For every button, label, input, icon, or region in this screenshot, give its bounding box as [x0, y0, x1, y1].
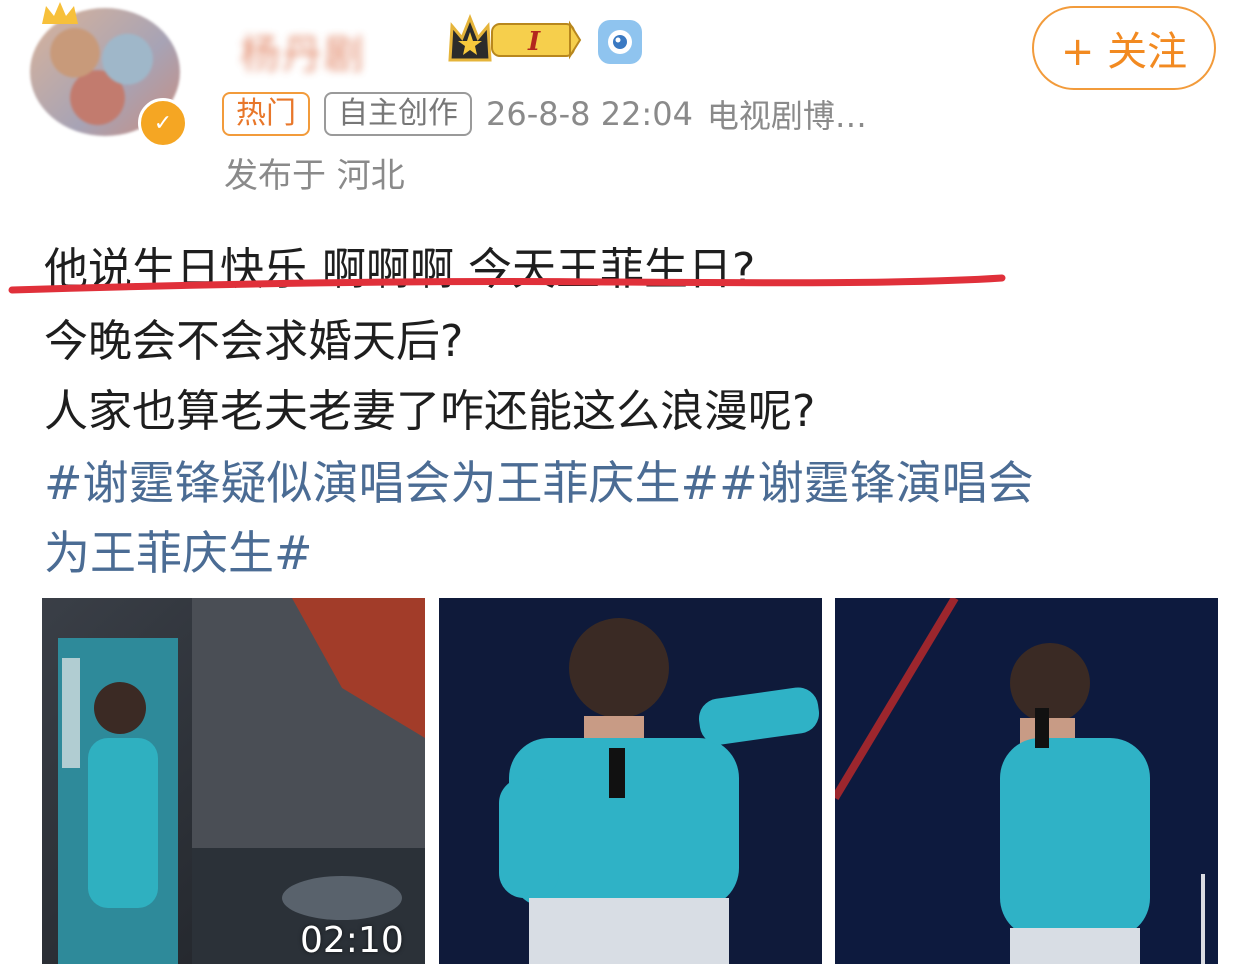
red-underline-annotation [8, 274, 1006, 294]
video-duration: 02:10 [300, 920, 404, 961]
follow-button[interactable]: + 关注 [1032, 6, 1216, 90]
hashtag-link[interactable]: #谢霆锋疑似演唱会为王菲庆生##谢霆锋演唱会 [44, 450, 1034, 516]
hashtag-link-continued[interactable]: 为王菲庆生# [44, 520, 313, 586]
post-timestamp: 26-8-8 22:04 [486, 95, 693, 133]
verified-badge-icon: ✓ [138, 98, 188, 148]
post-location: 发布于 河北 [224, 156, 405, 196]
original-tag[interactable]: 自主创作 [324, 92, 472, 136]
more-vertical-icon[interactable] [1194, 874, 1212, 964]
username[interactable]: 杨丹剧 [240, 22, 430, 80]
video-thumbnail[interactable] [42, 598, 425, 964]
vip-crown-badge-icon[interactable]: I [446, 14, 582, 66]
hot-tag[interactable]: 热门 [222, 92, 310, 136]
vip-level: I [527, 27, 541, 57]
post-text-line-2: 今晚会不会求婚天后? [44, 316, 464, 367]
weibo-eye-icon[interactable] [598, 20, 642, 64]
post-meta: 热门 自主创作 26-8-8 22:04 电视剧博… [222, 92, 867, 136]
post-text-line-3: 人家也算老夫老妻了咋还能这么浪漫呢? [44, 386, 816, 437]
photo-thumbnail[interactable] [439, 598, 822, 964]
photo-thumbnail[interactable] [835, 598, 1218, 964]
post-source[interactable]: 电视剧博… [707, 91, 867, 137]
crown-icon [42, 2, 78, 24]
